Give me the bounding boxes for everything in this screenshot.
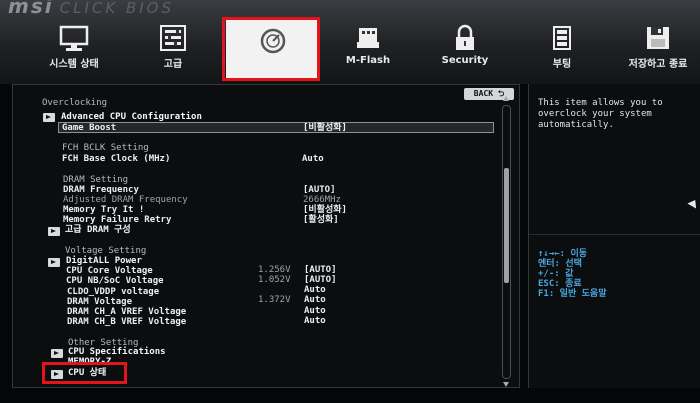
cpu-nb-soc-voltage-label[interactable]: CPU NB/SoC Voltage [66, 276, 164, 287]
help-divider [529, 234, 700, 235]
submenu-arrow-icon [48, 227, 60, 236]
scrollbar[interactable] [502, 105, 511, 379]
tab-boot[interactable]: 부팅 [522, 24, 602, 74]
usb-flash-icon [357, 28, 379, 48]
help-key-exit: ESC: 종료 [538, 279, 582, 289]
fch-base-clock-value[interactable]: Auto [302, 154, 324, 165]
game-boost-value[interactable]: [비활성화] [303, 123, 347, 134]
tab-system-status[interactable]: 시스템 상태 [34, 24, 114, 74]
settings-panel-icon [160, 25, 186, 51]
section-fch-bclk: FCH BCLK Setting [62, 143, 149, 153]
dram-ch-b-vref-label[interactable]: DRAM CH_B VREF Voltage [67, 317, 186, 328]
help-key-general-help: F1: 일반 도움말 [538, 289, 607, 299]
dram-voltage-value[interactable]: Auto [304, 295, 326, 306]
scroll-up-icon[interactable] [503, 96, 509, 101]
tab-security[interactable]: Security [425, 24, 505, 74]
dram-voltage-reading: 1.372V [258, 295, 291, 305]
lock-icon [456, 24, 474, 50]
help-key-select: 엔터: 선택 [538, 259, 582, 269]
memory-failure-retry-value[interactable]: [활성화] [303, 215, 339, 226]
annotation-box-overclocking [222, 17, 320, 81]
annotation-box-cpu-status [42, 362, 127, 384]
tab-save-exit[interactable]: 저장하고 종료 [618, 24, 698, 74]
help-key-move: ↑↓→←: 이동 [538, 249, 588, 259]
dram-ch-b-vref-value[interactable]: Auto [304, 316, 326, 327]
fch-base-clock-label[interactable]: FCH Base Clock (MHz) [62, 154, 170, 165]
tab-advanced[interactable]: 고급 [133, 24, 213, 74]
menu-advanced-dram[interactable]: 고급 DRAM 구성 [65, 225, 131, 236]
submenu-arrow-icon [51, 349, 63, 358]
selected-row-highlight [58, 122, 494, 133]
help-key-value: +/-: 값 [538, 269, 574, 279]
help-description: This item allows you to overclock your s… [538, 98, 663, 130]
scrollbar-thumb[interactable] [504, 168, 509, 283]
msi-logo: msi CLICK BIOS [8, 0, 174, 18]
scroll-down-icon[interactable] [503, 382, 509, 387]
game-boost-label[interactable]: Game Boost [62, 123, 116, 134]
floppy-icon [647, 27, 669, 49]
section-overclocking: Overclocking [42, 98, 108, 108]
submenu-arrow-icon [48, 258, 60, 267]
boot-icon [553, 26, 571, 50]
submenu-arrow-icon [43, 113, 55, 122]
tab-m-flash[interactable]: M-Flash [328, 24, 408, 74]
cpu-nb-soc-voltage-reading: 1.052V [258, 275, 291, 285]
monitor-icon [59, 25, 89, 51]
